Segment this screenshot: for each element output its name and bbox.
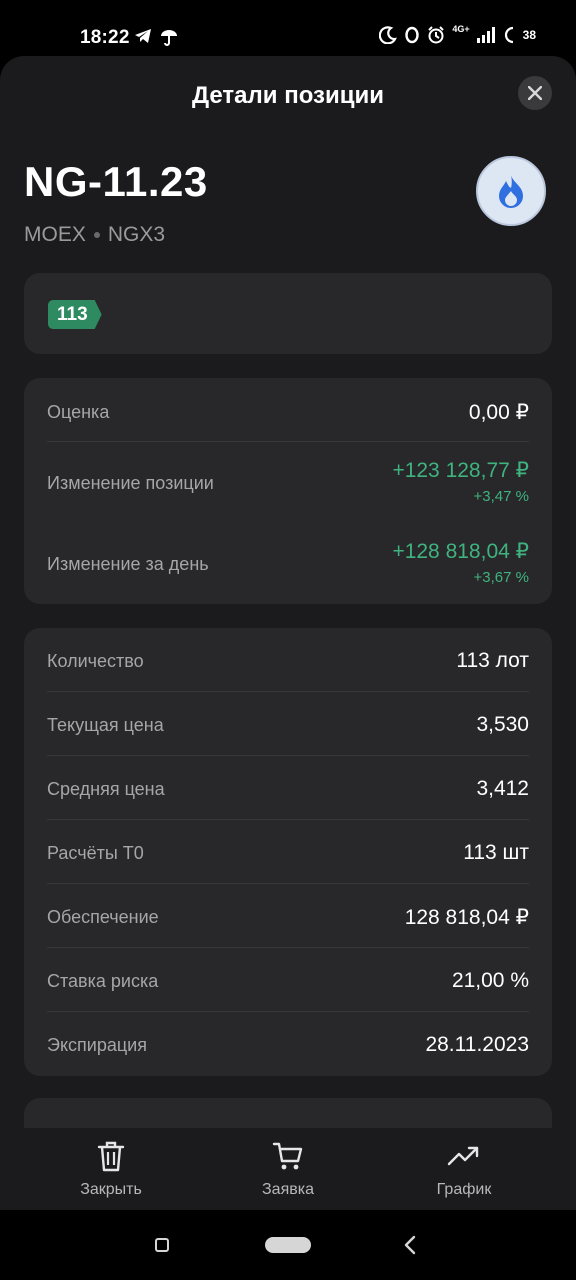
divider [47, 1011, 529, 1012]
network-type: 4G+ [452, 24, 470, 34]
row-label: Расчёты T0 [47, 843, 144, 863]
divider [47, 947, 529, 948]
chart-button[interactable]: График [394, 1140, 534, 1204]
action-bar: Закрыть Заявка График [0, 1128, 576, 1210]
status-notification-icons [134, 28, 178, 46]
info-row: Средняя цена 3,412 [47, 777, 529, 803]
row-label: Экспирация [47, 1035, 147, 1055]
row-value: 21,00 % [451, 969, 529, 992]
row-label: Изменение позиции [47, 473, 214, 493]
umbrella-icon [161, 30, 177, 46]
cart-icon [272, 1142, 303, 1170]
row-label: Средняя цена [47, 779, 165, 799]
row-value: +128 818,04 ₽ [392, 540, 529, 563]
instrument-exchange: MOEX [24, 223, 86, 246]
divider [47, 883, 529, 884]
battery-icon [504, 26, 513, 44]
instrument-code: NGX3 [107, 223, 166, 246]
home-button[interactable] [265, 1237, 311, 1253]
dnd-moon-icon [379, 26, 398, 44]
info-row: Экспирация 28.11.2023 [47, 1033, 529, 1059]
row-value: 0,00 ₽ [468, 401, 529, 424]
valuation-row: Изменение позиции +123 128,77 ₽ +3,47 % [47, 458, 529, 508]
alarm-icon [428, 26, 445, 44]
trash-icon [97, 1141, 125, 1172]
tags-card: 113 [24, 273, 552, 354]
close-position-label: Закрыть [80, 1181, 142, 1198]
divider [47, 441, 529, 442]
row-label: Текущая цена [47, 715, 164, 735]
divider [47, 755, 529, 756]
row-percent: +3,67 % [473, 569, 529, 586]
flame-icon [499, 175, 523, 208]
order-label: Заявка [262, 1181, 314, 1198]
valuation-row: Изменение за день +128 818,04 ₽ +3,67 % [47, 539, 529, 589]
info-row: Обеспечение 128 818,04 ₽ [47, 905, 529, 931]
position-details-sheet: Детали позиции NG-11.23 MOEX NGX3 113 Оц… [0, 56, 576, 1210]
row-label: Изменение за день [47, 554, 209, 574]
data-saver-icon [405, 26, 420, 44]
valuation-card: Оценка 0,00 ₽ Изменение позиции +123 128… [24, 378, 552, 604]
close-icon [528, 86, 542, 100]
info-row: Ставка риска 21,00 % [47, 969, 529, 995]
separator-dot [93, 232, 100, 238]
row-value: 113 шт [463, 841, 529, 864]
row-value: 113 лот [456, 649, 529, 672]
telegram-icon [135, 29, 151, 43]
valuation-row: Оценка 0,00 ₽ [47, 400, 529, 424]
row-label: Обеспечение [47, 907, 159, 927]
back-icon[interactable] [403, 1235, 417, 1255]
row-value: 128 818,04 ₽ [404, 906, 529, 929]
instrument-ticker: NG-11.23 [24, 158, 208, 205]
divider [47, 819, 529, 820]
chart-label: График [436, 1181, 492, 1198]
row-value: +123 128,77 ₽ [392, 459, 529, 482]
status-bar: 18:22 4G+ 38 [0, 0, 576, 56]
quantity-badge: 113 [48, 300, 102, 329]
close-position-button[interactable]: Закрыть [41, 1140, 181, 1204]
row-label: Оценка [47, 402, 110, 422]
close-button[interactable] [518, 76, 552, 110]
instrument-logo [476, 156, 546, 226]
info-row: Текущая цена 3,530 [47, 713, 529, 739]
battery-level: 38 [522, 28, 536, 42]
info-row: Количество 113 лот [47, 649, 529, 675]
row-value: 28.11.2023 [425, 1033, 529, 1056]
signal-icon [476, 27, 495, 43]
instrument-subtitle: MOEX NGX3 [24, 223, 165, 247]
status-time: 18:22 [80, 27, 130, 48]
divider [47, 691, 529, 692]
system-nav-bar [0, 1210, 576, 1280]
info-row: Расчёты T0 113 шт [47, 841, 529, 867]
trending-up-icon [447, 1146, 479, 1166]
recent-apps-button[interactable] [155, 1238, 169, 1252]
row-value: 3,412 [476, 777, 529, 800]
row-label: Ставка риска [47, 971, 159, 991]
page-title: Детали позиции [192, 82, 384, 109]
position-info-card: Количество 113 лот Текущая цена 3,530 Ср… [24, 628, 552, 1076]
row-label: Количество [47, 651, 144, 671]
row-value: 3,530 [476, 713, 529, 736]
row-percent: +3,47 % [473, 488, 529, 505]
status-system-icons: 4G+ 38 [379, 24, 536, 44]
order-button[interactable]: Заявка [218, 1140, 358, 1204]
